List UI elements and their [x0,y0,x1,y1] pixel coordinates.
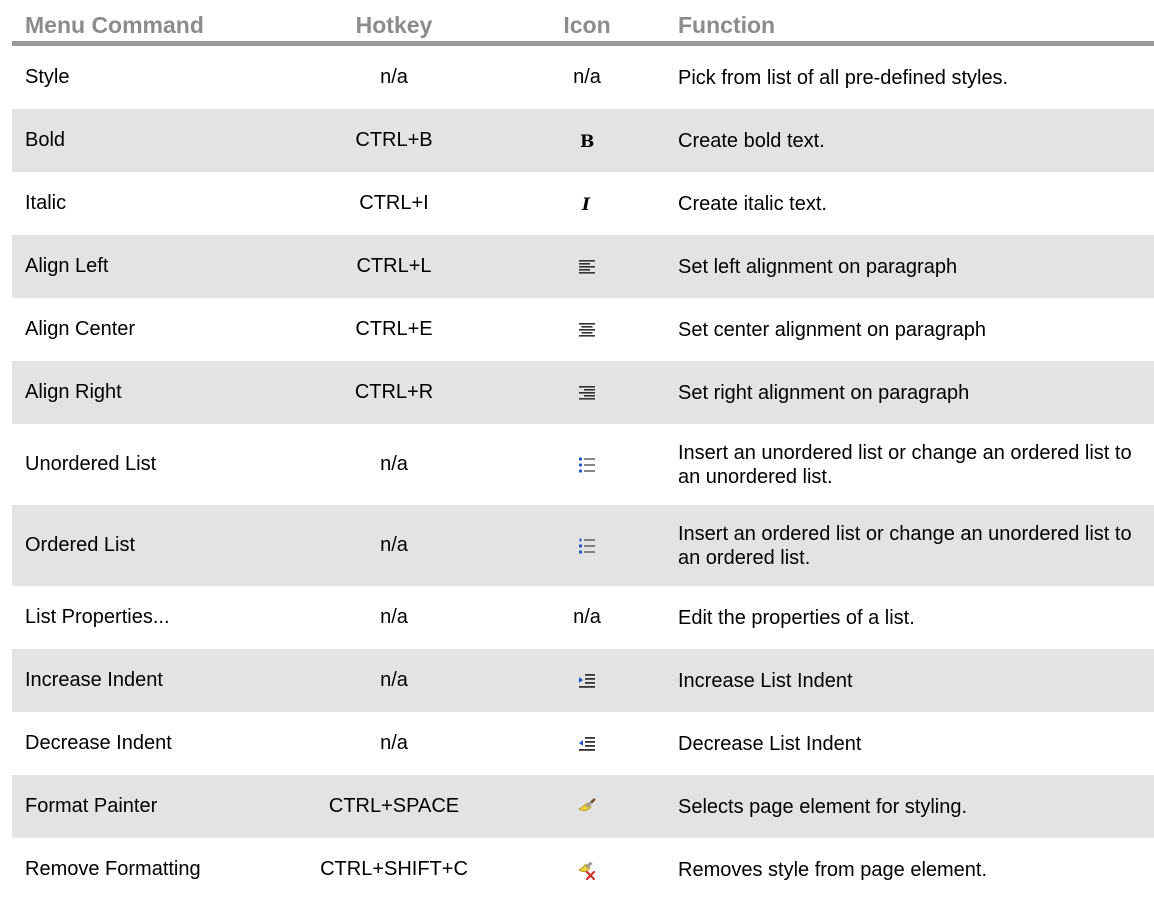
hotkey-cell: n/a [380,606,408,628]
hotkey-cell: CTRL+B [355,129,433,151]
svg-text:B: B [580,132,594,151]
hotkey-cell: CTRL+I [359,192,429,214]
command-cell: Decrease Indent [25,732,172,754]
command-cell: Style [25,66,70,88]
hotkey-cell: CTRL+SPACE [328,795,460,817]
icon-cell: n/a [573,606,601,628]
format-painter-icon [578,797,596,811]
function-cell: Removes style from page element. [678,858,988,881]
icon-cell [507,671,667,691]
icon-cell: B [507,131,667,151]
table-row: Align Right CTRL+R Set right alignment o… [12,361,1154,424]
hotkey-cell: n/a [380,66,408,88]
function-cell: Decrease List Indent [678,732,862,755]
shortcut-table: Menu Command Hotkey Icon Function Style … [12,0,1154,901]
header-icon: Icon [563,12,611,38]
command-cell: Italic [25,192,67,214]
function-cell: Insert an unordered list or change an or… [678,441,1132,488]
header-hotkey: Hotkey [355,12,433,38]
hotkey-cell: CTRL+R [354,381,434,403]
icon-cell: I [507,194,667,214]
function-cell: Create italic text. [678,192,827,215]
icon-cell: n/a [573,66,601,88]
command-cell: Ordered List [25,534,136,556]
align-left-icon [579,259,595,274]
table-row: Increase Indent n/a Increase List Indent [12,649,1154,712]
table-row: Remove Formatting CTRL+SHIFT+C Removes s… [12,838,1154,901]
hotkey-cell: n/a [380,453,408,475]
function-cell: Pick from list of all pre-defined styles… [678,66,1009,89]
function-cell: Edit the properties of a list. [678,606,915,629]
table-row: Format Painter CTRL+SPACE Selects page e… [12,775,1154,838]
bold-icon: B [580,132,594,151]
table-row: Decrease Indent n/a Decrease List Indent [12,712,1154,775]
table-row: Align Center CTRL+E Set center alignment… [12,298,1154,361]
function-cell: Increase List Indent [678,669,853,692]
hotkey-cell: CTRL+L [356,255,432,277]
icon-cell [507,860,667,880]
unordered-list-icon [578,456,595,473]
ordered-list-icon [579,538,595,553]
decrease-indent-icon [579,736,595,751]
hotkey-cell: CTRL+SHIFT+C [320,858,468,880]
table-row: Ordered List n/a Insert an ordered list … [12,505,1154,586]
function-cell: Set center alignment on paragraph [678,318,986,341]
command-cell: Format Painter [25,795,158,817]
command-cell: Unordered List [25,453,157,475]
icon-cell [507,536,667,556]
table-row: Bold CTRL+B B Create bold text. [12,109,1154,172]
hotkey-cell: n/a [380,732,408,754]
command-cell: Increase Indent [25,669,163,691]
icon-cell [507,734,667,754]
remove-formatting-icon [578,860,596,880]
icon-cell [507,797,667,817]
table-header: Menu Command Hotkey Icon Function [12,0,1154,46]
align-center-icon [579,322,595,337]
command-cell: Remove Formatting [25,858,201,880]
table-row: Unordered List n/a Insert an unordered l… [12,424,1154,505]
function-cell: Insert an ordered list or change an unor… [678,522,1132,569]
function-cell: Set left alignment on paragraph [678,255,958,278]
function-cell: Selects page element for styling. [678,795,968,818]
hotkey-cell: n/a [380,669,408,691]
hotkey-cell: CTRL+E [355,318,433,340]
icon-cell [507,320,667,340]
icon-cell [507,257,667,277]
command-cell: List Properties... [25,606,170,628]
command-cell: Align Right [25,381,122,403]
command-cell: Align Center [25,318,136,340]
icon-cell [507,455,667,475]
function-cell: Create bold text. [678,129,825,152]
command-cell: Bold [25,129,66,151]
table-row: Italic CTRL+I I Create italic text. [12,172,1154,235]
table-row: Align Left CTRL+L Set left alignment on … [12,235,1154,298]
function-cell: Set right alignment on paragraph [678,381,970,404]
icon-cell [507,383,667,403]
table-row: List Properties... n/a n/a Edit the prop… [12,586,1154,649]
increase-indent-icon [579,673,595,688]
header-menu-command: Menu Command [25,12,204,38]
command-cell: Align Left [25,255,109,277]
align-right-icon [579,385,595,400]
table-row: Style n/a n/a Pick from list of all pre-… [12,46,1154,109]
header-function: Function [678,12,776,38]
italic-icon: I [581,195,591,214]
svg-text:I: I [581,195,591,214]
hotkey-cell: n/a [380,534,408,556]
